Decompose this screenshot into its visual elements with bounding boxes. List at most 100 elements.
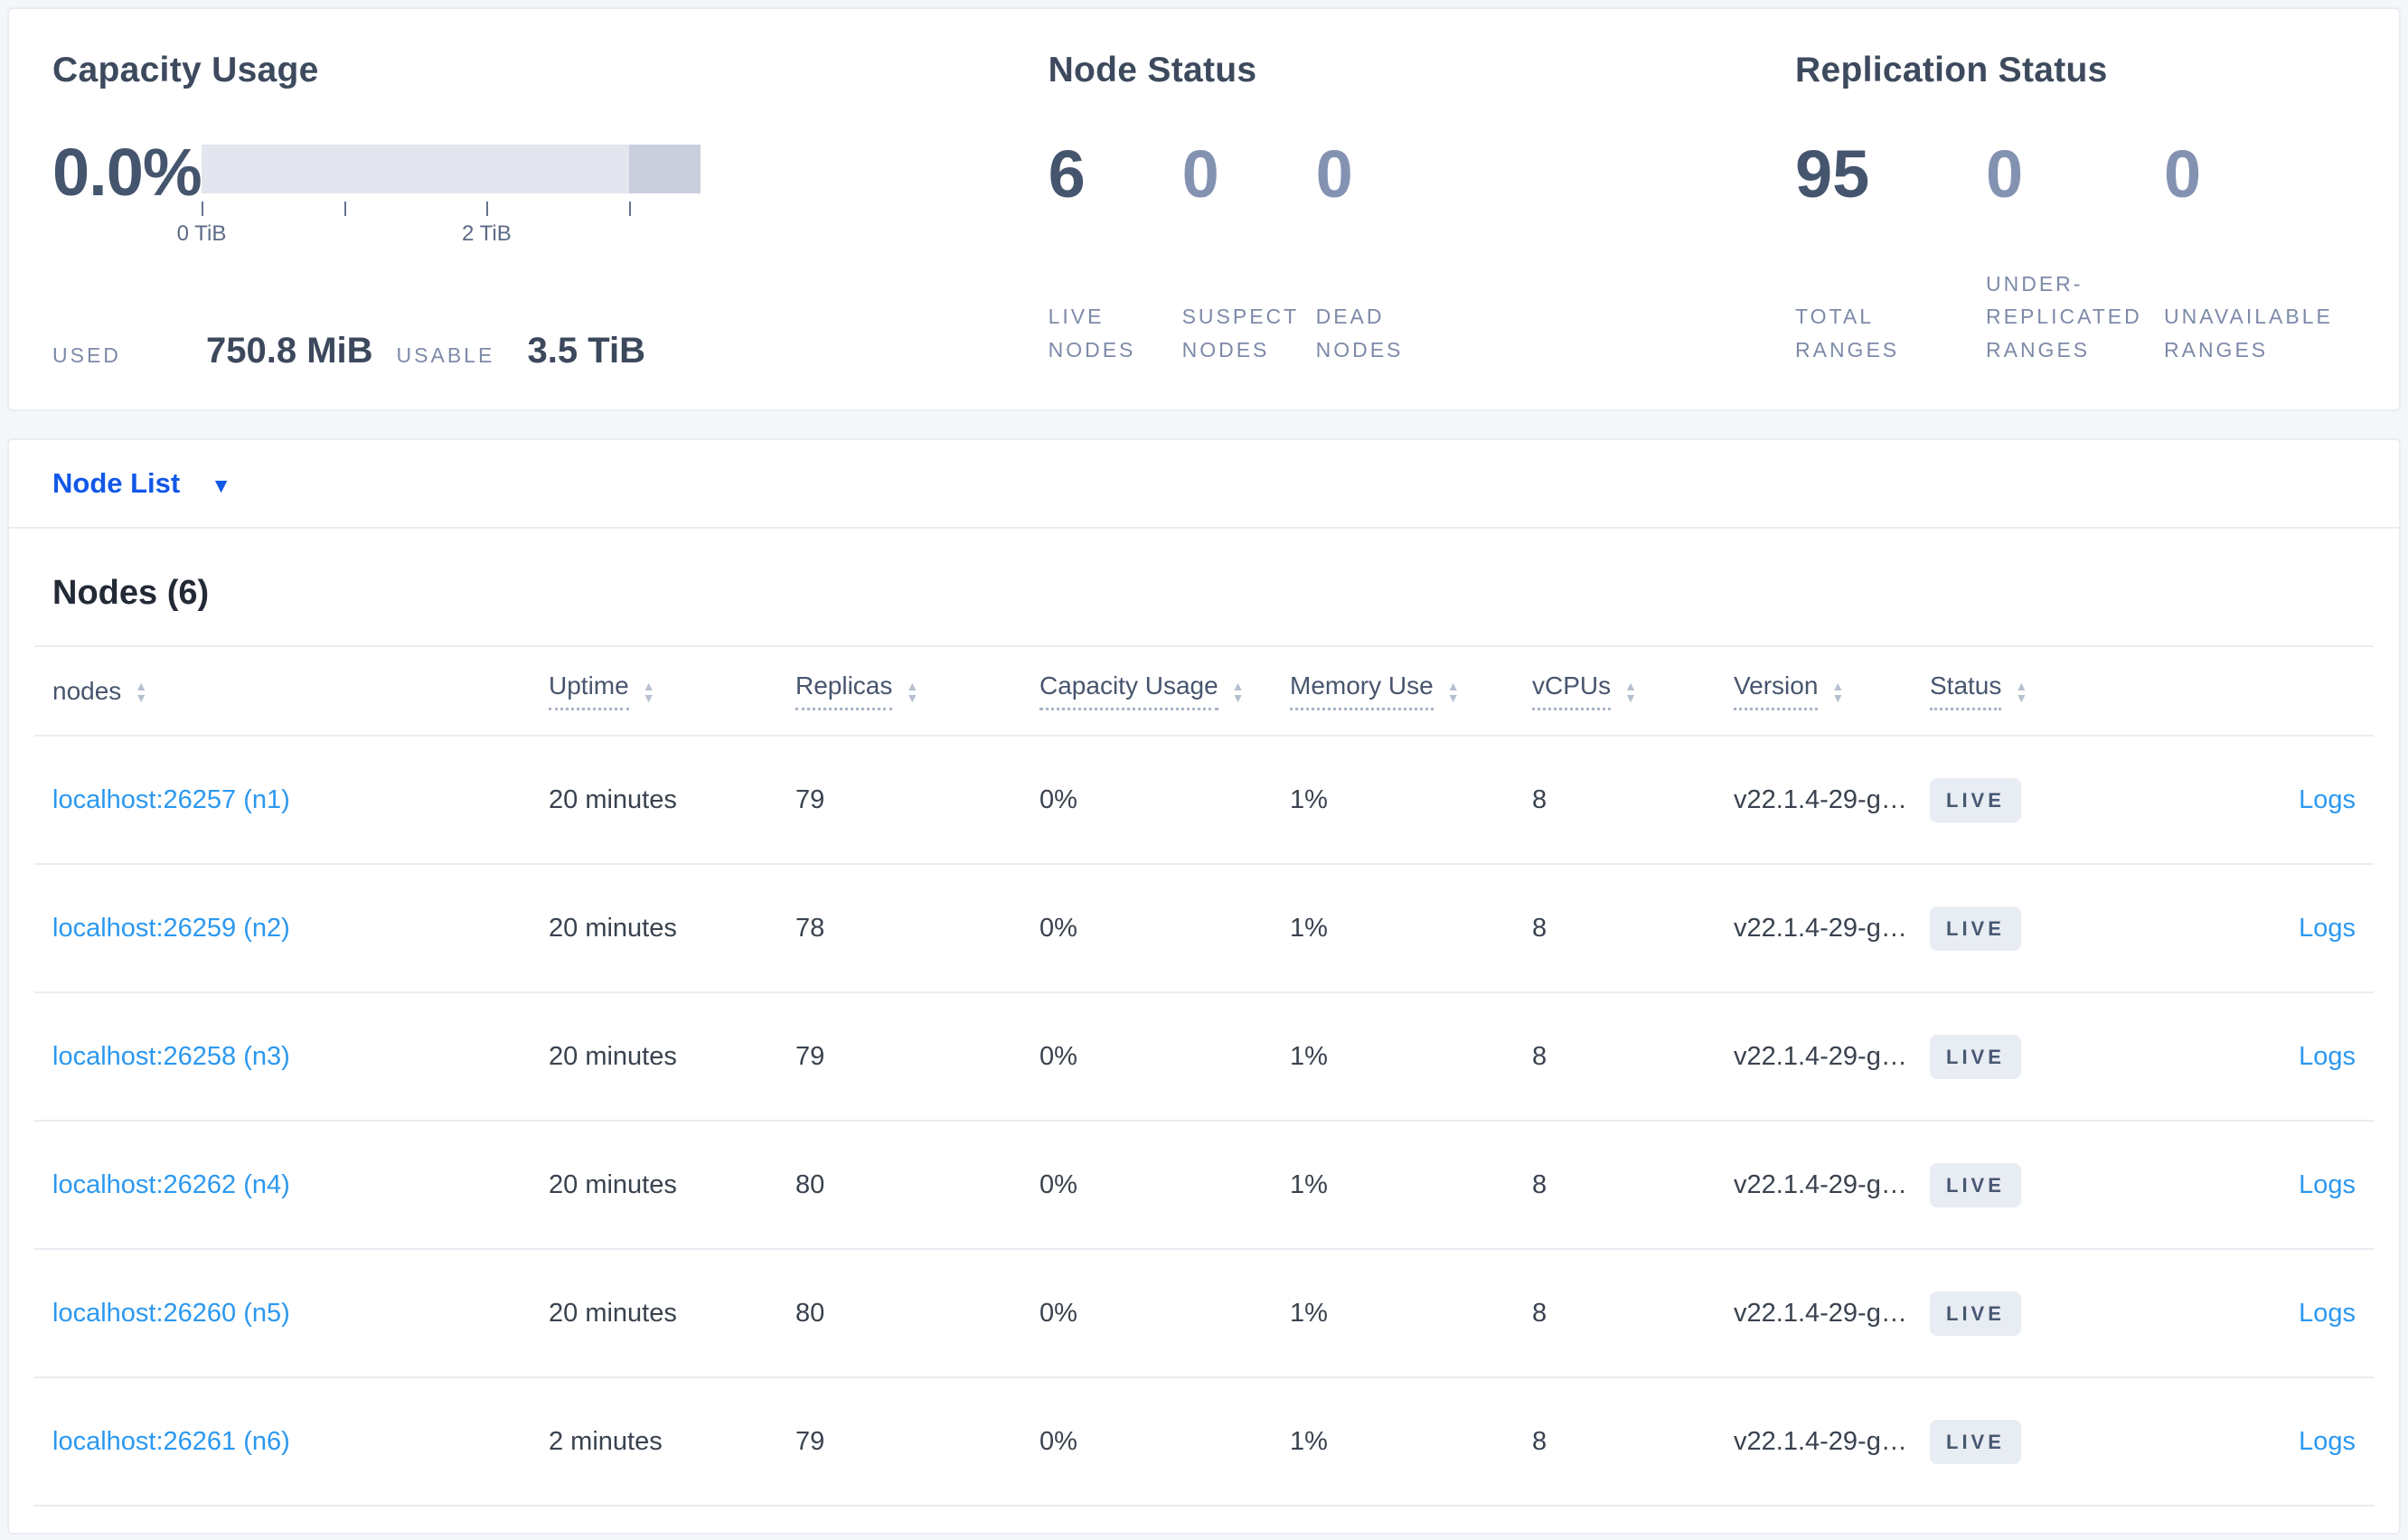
version-cell: v22.1.4-29-g…	[1734, 1169, 1907, 1199]
unavailable-ranges-stat: 0 UNAVAILABLE RANGES	[2164, 141, 2356, 367]
status-badge: LIVE	[1930, 1419, 2021, 1464]
vcpus-cell: 8	[1532, 1298, 1547, 1328]
status-badge: LIVE	[1930, 906, 2021, 951]
table-header-row: nodes ▲ ▼ Uptime ▲ ▼ Replicas ▲ ▼ Capacity …	[34, 645, 2374, 737]
node-link[interactable]: localhost:26262 (n4)	[52, 1170, 290, 1199]
capacity-bar-track	[202, 145, 701, 193]
replication-status-title: Replication Status	[1795, 51, 2108, 89]
uptime-cell: 2 minutes	[549, 1426, 663, 1456]
sort-icon: ▲ ▼	[1231, 678, 1245, 705]
status-badge: LIVE	[1930, 1162, 2021, 1207]
axis-tick-label: 0 TiB	[176, 221, 227, 246]
dead-nodes-stat: 0 DEAD NODES	[1316, 141, 1450, 367]
replicas-cell: 80	[795, 1298, 825, 1328]
column-header-replicas[interactable]: Replicas ▲ ▼	[795, 671, 1039, 710]
table-row: localhost:26262 (n4) 20 minutes 80 0% 1%…	[34, 1122, 2374, 1250]
replicas-cell: 79	[795, 1041, 825, 1071]
logs-link[interactable]: Logs	[2299, 785, 2356, 814]
table-row: localhost:26260 (n5) 20 minutes 80 0% 1%…	[34, 1250, 2374, 1378]
version-cell: v22.1.4-29-g…	[1734, 1298, 1907, 1328]
sort-icon: ▲ ▼	[1831, 678, 1845, 705]
nodes-table-section: Nodes (6) nodes ▲ ▼ Uptime ▲ ▼ Replicas ▲ ▼…	[9, 574, 2399, 1507]
uptime-cell: 20 minutes	[549, 1298, 677, 1328]
node-status-title: Node Status	[1048, 51, 1257, 89]
vcpus-cell: 8	[1532, 1426, 1547, 1456]
node-status-section: Node Status 6 LIVE NODES 0 SUSPECT NODES…	[1049, 51, 1795, 371]
capacity-bar-chart: 0 TiB 2 TiB	[177, 141, 701, 246]
replication-status-section: Replication Status 95 TOTAL RANGES 0 UND…	[1795, 51, 2356, 371]
unavailable-ranges-count: 0	[2164, 136, 2202, 211]
node-list-dropdown-label: Node List	[52, 467, 181, 499]
version-cell: v22.1.4-29-g…	[1734, 1426, 1907, 1456]
column-header-vcpus[interactable]: vCPUs ▲ ▼	[1532, 671, 1734, 710]
unavailable-ranges-label: UNAVAILABLE RANGES	[2164, 305, 2333, 362]
caret-down-icon: ▼	[211, 474, 231, 497]
version-cell: v22.1.4-29-g…	[1734, 913, 1907, 943]
vcpus-cell: 8	[1532, 913, 1547, 943]
live-nodes-label: LIVE NODES	[1048, 305, 1136, 362]
replicas-cell: 79	[795, 784, 825, 814]
column-header-version[interactable]: Version ▲ ▼	[1734, 671, 1930, 710]
total-ranges-label: TOTAL RANGES	[1795, 305, 1900, 362]
used-value: 750.8 MiB	[206, 331, 373, 371]
column-header-memory-use[interactable]: Memory Use ▲ ▼	[1290, 671, 1532, 710]
table-row: localhost:26259 (n2) 20 minutes 78 0% 1%…	[34, 865, 2374, 993]
capacity-usage-cell: 0%	[1039, 913, 1077, 943]
node-link[interactable]: localhost:26258 (n3)	[52, 1042, 290, 1071]
node-link[interactable]: localhost:26259 (n2)	[52, 914, 290, 943]
vcpus-cell: 8	[1532, 784, 1547, 814]
replicas-cell: 78	[795, 913, 825, 943]
version-cell: v22.1.4-29-g…	[1734, 784, 1907, 814]
table-row: localhost:26258 (n3) 20 minutes 79 0% 1%…	[34, 993, 2374, 1122]
axis-tick	[629, 202, 632, 216]
status-badge: LIVE	[1930, 777, 2021, 822]
capacity-bar-end-segment	[629, 145, 701, 193]
uptime-cell: 20 minutes	[549, 913, 677, 943]
memory-use-cell: 1%	[1290, 1041, 1328, 1071]
axis-tick	[343, 202, 346, 216]
capacity-usage-cell: 0%	[1039, 1041, 1077, 1071]
sort-icon: ▲ ▼	[642, 678, 655, 705]
replicas-cell: 80	[795, 1169, 825, 1199]
vcpus-cell: 8	[1532, 1041, 1547, 1071]
memory-use-cell: 1%	[1290, 784, 1328, 814]
memory-use-cell: 1%	[1290, 1169, 1328, 1199]
column-header-nodes[interactable]: nodes ▲ ▼	[52, 677, 549, 706]
column-header-capacity-usage[interactable]: Capacity Usage ▲ ▼	[1039, 671, 1290, 710]
sort-icon: ▲ ▼	[1624, 678, 1637, 705]
usable-label: USABLE	[396, 343, 495, 367]
axis-tick-label: 2 TiB	[462, 221, 512, 246]
table-row: localhost:26261 (n6) 2 minutes 79 0% 1% …	[34, 1378, 2374, 1507]
axis-tick	[486, 202, 489, 216]
under-replicated-ranges-count: 0	[1986, 136, 2024, 211]
logs-link[interactable]: Logs	[2299, 1299, 2356, 1328]
node-link[interactable]: localhost:26260 (n5)	[52, 1299, 290, 1328]
capacity-usage-section: Capacity Usage 0.0% 0 TiB 2 TiB USED 750…	[52, 51, 1049, 371]
memory-use-cell: 1%	[1290, 1298, 1328, 1328]
logs-link[interactable]: Logs	[2299, 914, 2356, 943]
suspect-nodes-stat: 0 SUSPECT NODES	[1182, 141, 1316, 367]
usable-value: 3.5 TiB	[527, 331, 645, 371]
capacity-usage-cell: 0%	[1039, 784, 1077, 814]
sort-icon: ▲ ▼	[2015, 678, 2028, 705]
logs-link[interactable]: Logs	[2299, 1427, 2356, 1456]
status-badge: LIVE	[1930, 1034, 2021, 1079]
under-replicated-ranges-stat: 0 UNDER-REPLICATED RANGES	[1986, 141, 2164, 367]
live-nodes-count: 6	[1048, 136, 1086, 211]
version-cell: v22.1.4-29-g…	[1734, 1041, 1907, 1071]
node-list-dropdown[interactable]: Node List ▼	[9, 440, 2399, 529]
node-link[interactable]: localhost:26257 (n1)	[52, 785, 290, 814]
logs-link[interactable]: Logs	[2299, 1042, 2356, 1071]
logs-link[interactable]: Logs	[2299, 1170, 2356, 1199]
column-header-uptime[interactable]: Uptime ▲ ▼	[549, 671, 795, 710]
column-header-status[interactable]: Status ▲ ▼	[1930, 671, 2187, 710]
node-link[interactable]: localhost:26261 (n6)	[52, 1427, 290, 1456]
capacity-bar-axis: 0 TiB 2 TiB	[177, 193, 701, 246]
memory-use-cell: 1%	[1290, 913, 1328, 943]
capacity-usage-cell: 0%	[1039, 1298, 1077, 1328]
uptime-cell: 20 minutes	[549, 1169, 677, 1199]
suspect-nodes-count: 0	[1181, 136, 1219, 211]
dead-nodes-count: 0	[1315, 136, 1353, 211]
table-row: localhost:26257 (n1) 20 minutes 79 0% 1%…	[34, 737, 2374, 865]
capacity-usage-cell: 0%	[1039, 1169, 1077, 1199]
